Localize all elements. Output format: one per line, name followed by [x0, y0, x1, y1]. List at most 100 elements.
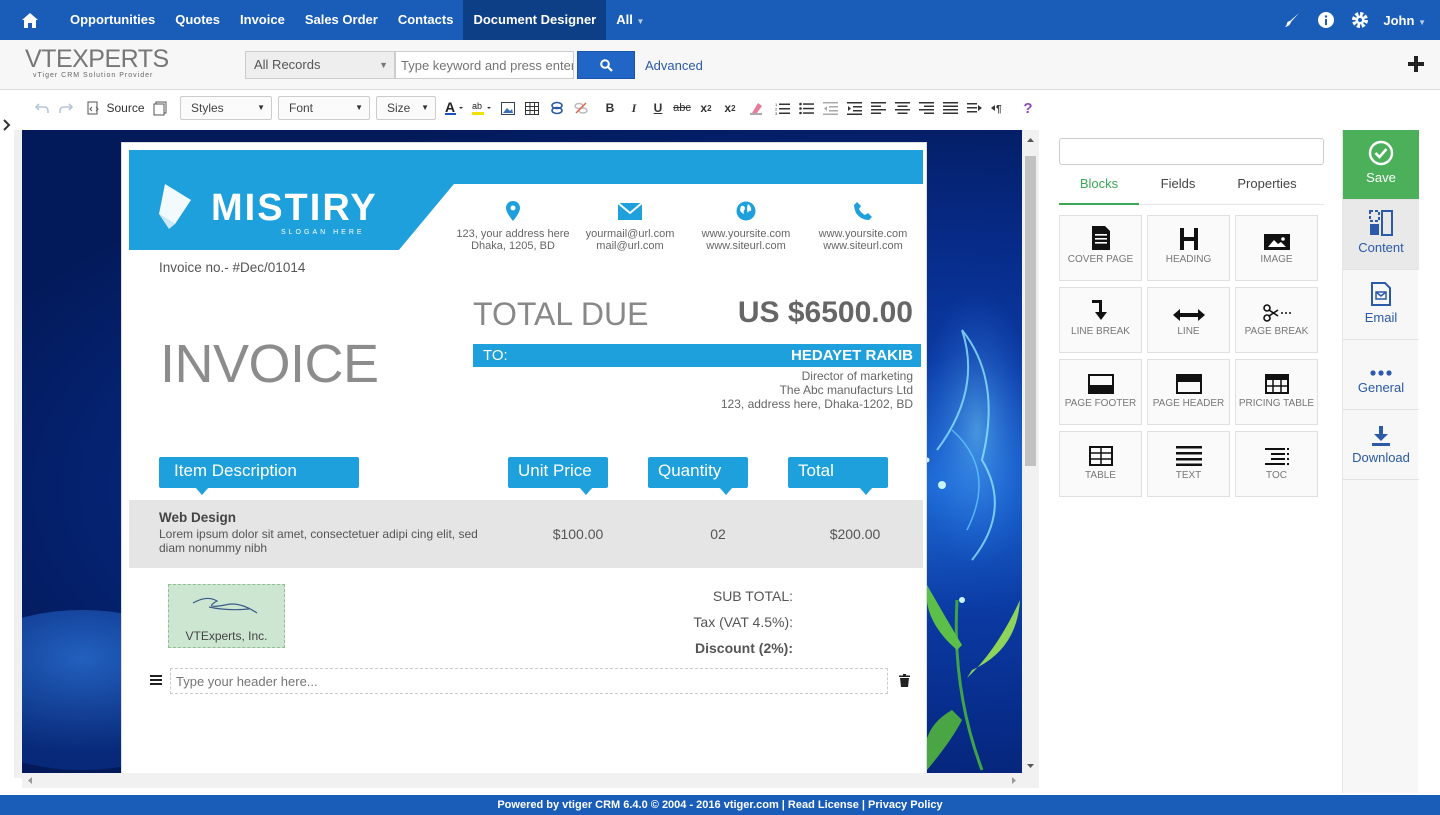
- scroll-right-arrow-icon[interactable]: [1009, 773, 1019, 788]
- tab-blocks[interactable]: Blocks: [1059, 170, 1139, 205]
- scrollbar-thumb[interactable]: [1025, 156, 1036, 466]
- justify-icon[interactable]: [938, 96, 962, 120]
- header-text-input[interactable]: [170, 668, 888, 694]
- remove-format-icon[interactable]: [742, 96, 770, 120]
- block-line[interactable]: LINE: [1147, 287, 1230, 353]
- block-page-footer[interactable]: PAGE FOOTER: [1059, 359, 1142, 425]
- nav-invoice[interactable]: Invoice: [230, 0, 295, 40]
- underline-icon[interactable]: U: [646, 96, 670, 120]
- home-icon[interactable]: [0, 0, 60, 40]
- tab-properties[interactable]: Properties: [1217, 170, 1317, 205]
- info-icon[interactable]: [1309, 0, 1343, 40]
- panel-search-input[interactable]: [1059, 138, 1324, 165]
- italic-icon[interactable]: I: [622, 96, 646, 120]
- nav-contacts[interactable]: Contacts: [388, 0, 464, 40]
- text-direction-ltr-icon[interactable]: [962, 96, 986, 120]
- nav-opportunities[interactable]: Opportunities: [60, 0, 165, 40]
- templates-icon[interactable]: [148, 96, 172, 120]
- redo-icon[interactable]: [54, 96, 78, 120]
- nav-all-label: All: [616, 12, 633, 27]
- undo-icon[interactable]: [30, 96, 54, 120]
- general-button[interactable]: General: [1343, 340, 1419, 410]
- user-menu[interactable]: John ▼: [1377, 13, 1440, 28]
- block-line-break[interactable]: LINE BREAK: [1059, 287, 1142, 353]
- scroll-down-arrow-icon[interactable]: [1022, 761, 1039, 771]
- block-page-break[interactable]: PAGE BREAK: [1235, 287, 1318, 353]
- pricing-table-icon: [1236, 360, 1317, 398]
- block-label: PAGE FOOTER: [1064, 398, 1137, 409]
- horizontal-scrollbar[interactable]: [22, 773, 1039, 788]
- gear-icon[interactable]: [1343, 0, 1377, 40]
- advanced-search-link[interactable]: Advanced: [645, 58, 703, 73]
- invoice-title: INVOICE: [160, 334, 379, 394]
- plus-icon[interactable]: [1406, 54, 1426, 74]
- text-direction-rtl-icon[interactable]: ¶: [986, 96, 1010, 120]
- left-gutter: [14, 130, 22, 778]
- align-center-icon[interactable]: [890, 96, 914, 120]
- scroll-up-arrow-icon[interactable]: [1022, 135, 1039, 145]
- nav-document-designer[interactable]: Document Designer: [463, 0, 607, 40]
- save-button[interactable]: Save: [1343, 130, 1419, 200]
- nav-sales-order[interactable]: Sales Order: [295, 0, 388, 40]
- size-select[interactable]: Size ▼: [376, 96, 436, 120]
- table-block-icon: [1060, 432, 1141, 470]
- background-color-icon[interactable]: ab: [468, 96, 496, 120]
- image-icon[interactable]: [496, 96, 520, 120]
- search-button[interactable]: [577, 51, 635, 79]
- header-band: [129, 150, 923, 184]
- records-filter-select[interactable]: All Records ▼: [245, 51, 395, 79]
- column-header-item-description: Item Description: [159, 457, 359, 495]
- source-button[interactable]: Source: [84, 96, 148, 120]
- styles-select[interactable]: Styles ▼: [180, 96, 272, 120]
- align-left-icon[interactable]: [866, 96, 890, 120]
- pointer-triangle: [579, 487, 593, 495]
- block-pricing-table[interactable]: PRICING TABLE: [1235, 359, 1318, 425]
- line-arrows-icon: [1148, 288, 1229, 326]
- text-color-icon[interactable]: A: [442, 96, 468, 120]
- superscript-icon[interactable]: x2: [718, 96, 742, 120]
- numbered-list-icon[interactable]: 123: [770, 96, 794, 120]
- scroll-left-arrow-icon[interactable]: [25, 773, 35, 788]
- outdent-icon[interactable]: [818, 96, 842, 120]
- recipient-bar: TO: HEDAYET RAKIB: [473, 344, 921, 367]
- indent-icon[interactable]: [842, 96, 866, 120]
- paintbrush-icon[interactable]: [1275, 0, 1309, 40]
- phone-line-1: www.yoursite.com: [818, 228, 908, 240]
- content-button[interactable]: Content: [1343, 200, 1419, 270]
- block-label: TEXT: [1175, 470, 1202, 481]
- help-icon[interactable]: ?: [1016, 96, 1040, 120]
- trash-icon[interactable]: [894, 670, 914, 690]
- font-select[interactable]: Font ▼: [278, 96, 370, 120]
- total-due-amount: US $6500.00: [737, 296, 913, 329]
- signature-image[interactable]: VTExperts, Inc.: [168, 584, 285, 648]
- font-label: Font: [289, 101, 314, 115]
- unlink-icon[interactable]: [570, 96, 592, 120]
- tab-fields[interactable]: Fields: [1139, 170, 1217, 205]
- link-icon[interactable]: [544, 96, 570, 120]
- block-toc[interactable]: TOC: [1235, 431, 1318, 497]
- search-input[interactable]: [395, 51, 574, 79]
- block-table[interactable]: TABLE: [1059, 431, 1142, 497]
- bold-icon[interactable]: B: [598, 96, 622, 120]
- bullet-list-icon[interactable]: [794, 96, 818, 120]
- contact-address: 123, your address here Dhaka, 1205, BD: [453, 199, 573, 252]
- toc-icon: [1236, 432, 1317, 470]
- column-header-label: Quantity: [658, 461, 722, 480]
- hamburger-menu-icon[interactable]: [146, 670, 166, 690]
- nav-all-menu[interactable]: All ▼: [606, 0, 654, 40]
- vertical-scrollbar[interactable]: [1022, 130, 1039, 773]
- email-button[interactable]: Email: [1343, 270, 1419, 340]
- chevron-right-icon[interactable]: [0, 110, 14, 140]
- block-image[interactable]: IMAGE: [1235, 215, 1318, 281]
- block-heading[interactable]: HEADING: [1147, 215, 1230, 281]
- strikethrough-icon[interactable]: abc: [670, 96, 694, 120]
- block-text[interactable]: TEXT: [1147, 431, 1230, 497]
- nav-quotes[interactable]: Quotes: [165, 0, 230, 40]
- subscript-icon[interactable]: x2: [694, 96, 718, 120]
- block-cover-page[interactable]: COVER PAGE: [1059, 215, 1142, 281]
- contact-website: www.yoursite.com www.siteurl.com: [686, 199, 806, 252]
- download-button[interactable]: Download: [1343, 410, 1419, 480]
- align-right-icon[interactable]: [914, 96, 938, 120]
- table-icon[interactable]: [520, 96, 544, 120]
- block-page-header[interactable]: PAGE HEADER: [1147, 359, 1230, 425]
